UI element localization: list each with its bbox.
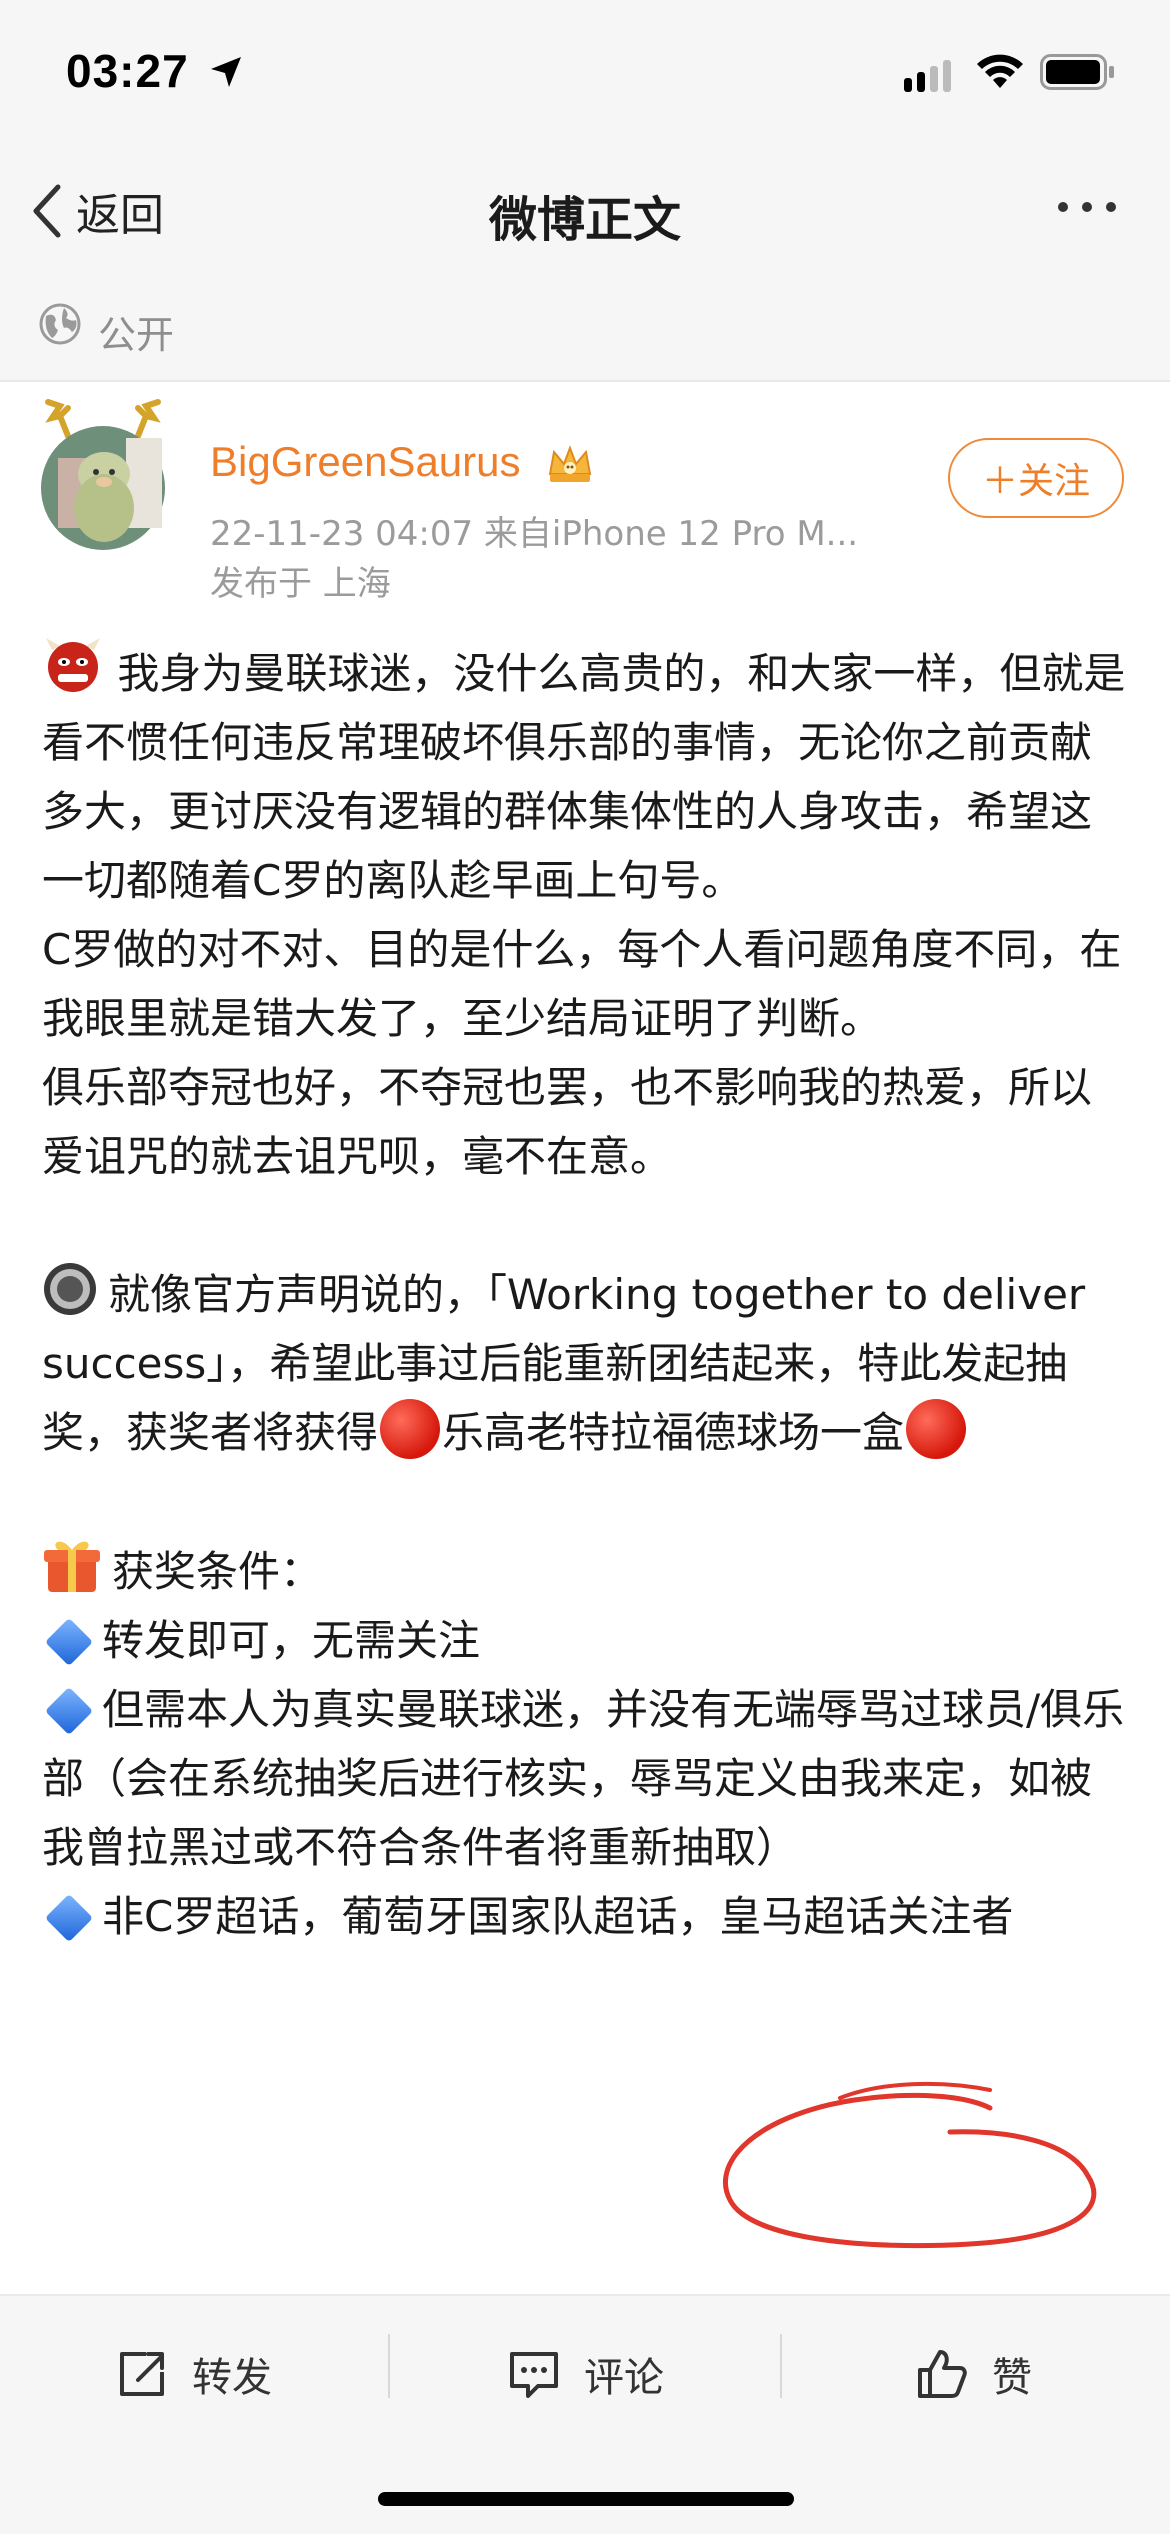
red-circle-emoji-icon: [906, 1399, 967, 1459]
post-paragraph: 就像官方声明说的，「Working together to deliver su…: [42, 1260, 1132, 1467]
follow-button[interactable]: ＋关注: [948, 438, 1124, 518]
repost-button[interactable]: 转发: [116, 2336, 272, 2412]
post-location: 发布于 上海: [210, 564, 391, 604]
post-text-3: 俱乐部夺冠也好，不夺冠也罢，也不影响我的热爱，所以爱诅咒的就去诅咒呗，毫不在意。: [42, 1063, 1093, 1181]
vip-crown-icon: [548, 445, 592, 482]
post-text-5: 获奖条件：: [112, 1547, 323, 1596]
status-bar: 03:27: [0, 0, 1170, 150]
post-paragraph: 我身为曼联球迷，没什么高贵的，和大家一样，但就是看不惯任何违反常理破坏俱乐部的事…: [42, 636, 1132, 915]
blue-diamond-icon: [44, 1893, 94, 1943]
blue-diamond-icon: [44, 1617, 94, 1667]
cellular-signal-icon: [904, 60, 951, 92]
location-arrow-icon: [211, 57, 241, 87]
post-text-4b: 乐高老特拉福德球场一盒: [442, 1408, 905, 1457]
thumbs-up-icon: [918, 2350, 967, 2398]
post-meta: 22-11-23 04:07 来自iPhone 12 Pro M...: [210, 514, 859, 554]
post-text-1: 我身为曼联球迷，没什么高贵的，和大家一样，但就是看不惯任何违反常理破坏俱乐部的事…: [42, 649, 1126, 905]
ogre-emoji-icon: [46, 638, 100, 692]
bottom-action-bar: 转发 评论 赞: [0, 2294, 1170, 2534]
blue-diamond-icon: [44, 1686, 94, 1736]
post-paragraph: 获奖条件：: [42, 1536, 1132, 1606]
radio-button-emoji-icon: [44, 1263, 96, 1315]
comment-icon: [510, 2352, 558, 2398]
divider: [388, 2334, 390, 2398]
more-options-icon[interactable]: [1058, 202, 1116, 212]
wifi-icon: [977, 54, 1023, 88]
avatar[interactable]: [38, 398, 168, 558]
globe-icon: [39, 303, 81, 345]
repost-label: 转发: [192, 2355, 272, 2401]
condition-item: 转发即可，无需关注: [42, 1606, 1132, 1675]
author-name[interactable]: BigGreenSaurus: [210, 438, 521, 486]
gift-emoji-icon: [44, 1541, 100, 1592]
repost-icon: [120, 2352, 164, 2396]
condition-item: 但需本人为真实曼联球迷，并没有无端辱骂过球员/俱乐部（会在系统抽奖后进行核实，辱…: [42, 1685, 1125, 1872]
page-title: 微博正文: [488, 192, 681, 248]
post-body: 我身为曼联球迷，没什么高贵的，和大家一样，但就是看不惯任何违反常理破坏俱乐部的事…: [42, 636, 1132, 1951]
comment-button[interactable]: 评论: [508, 2336, 664, 2412]
like-label: 赞: [992, 2355, 1032, 2401]
nav-bar: 返回 微博正文: [0, 150, 1170, 274]
battery-icon: [1040, 54, 1114, 90]
comment-label: 评论: [584, 2355, 664, 2401]
visibility-label: 公开: [98, 313, 175, 357]
divider: [780, 2334, 782, 2398]
red-circle-emoji-icon: [380, 1399, 441, 1459]
home-indicator: [378, 2492, 794, 2506]
visibility-row: 公开: [0, 272, 1170, 382]
annotation-circle: [723, 2081, 1097, 2249]
status-time: 03:27: [66, 45, 189, 97]
like-button[interactable]: 赞: [916, 2336, 1032, 2412]
condition-item: 非C罗超话，葡萄牙国家队超话，皇马超话关注者: [42, 1882, 1132, 1951]
post-text-2: C罗做的对不对、目的是什么，每个人看问题角度不同，在我眼里就是错大发了，至少结局…: [42, 925, 1122, 1043]
